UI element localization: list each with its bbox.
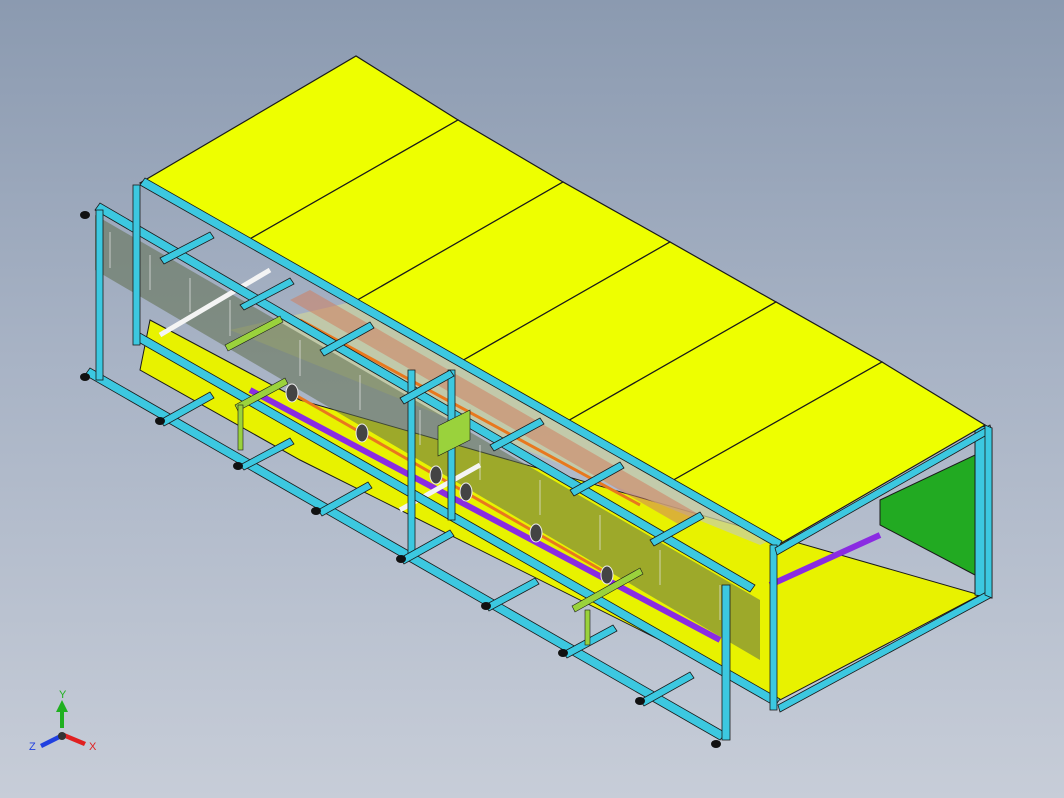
conveyor-frame-model[interactable] bbox=[0, 0, 1064, 798]
cad-viewport[interactable]: Y X Z bbox=[0, 0, 1064, 798]
